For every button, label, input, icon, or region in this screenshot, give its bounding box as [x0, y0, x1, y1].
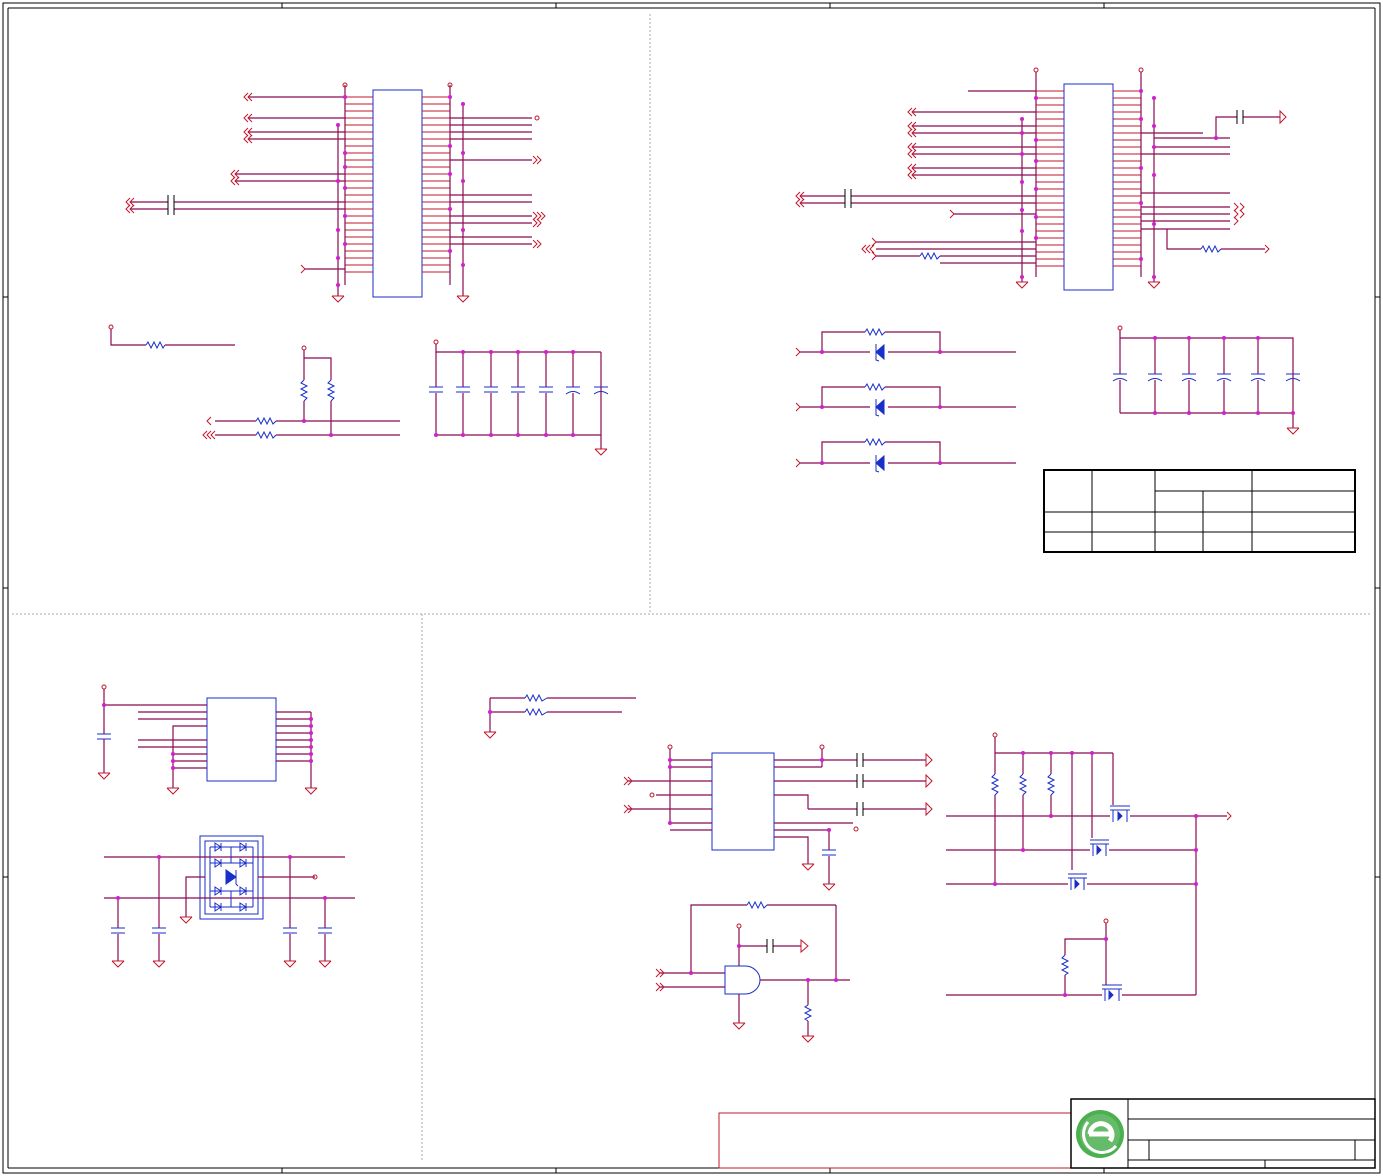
- notes-box: [718, 1112, 1072, 1169]
- sheet-frame: [2, 2, 1381, 1174]
- connector-right: [795, 67, 1287, 291]
- section-dividers: [12, 14, 1372, 1160]
- decoupling-right: [1112, 325, 1301, 435]
- decoupling-left: [429, 339, 609, 456]
- company-logo-icon: [1076, 1110, 1124, 1158]
- buffer-ic: [623, 744, 933, 891]
- option-table: [1043, 469, 1356, 553]
- zener-protection: [795, 327, 1016, 473]
- connector-left: [125, 82, 546, 303]
- small-ic: [97, 684, 318, 795]
- mosfet-switches: [946, 732, 1232, 1001]
- diode-array: [104, 835, 355, 968]
- pull-resistors-left: [108, 324, 400, 440]
- series-resistors: [483, 693, 636, 739]
- and-gate: [655, 900, 850, 1043]
- schematic-sheet: [2, 2, 1381, 1174]
